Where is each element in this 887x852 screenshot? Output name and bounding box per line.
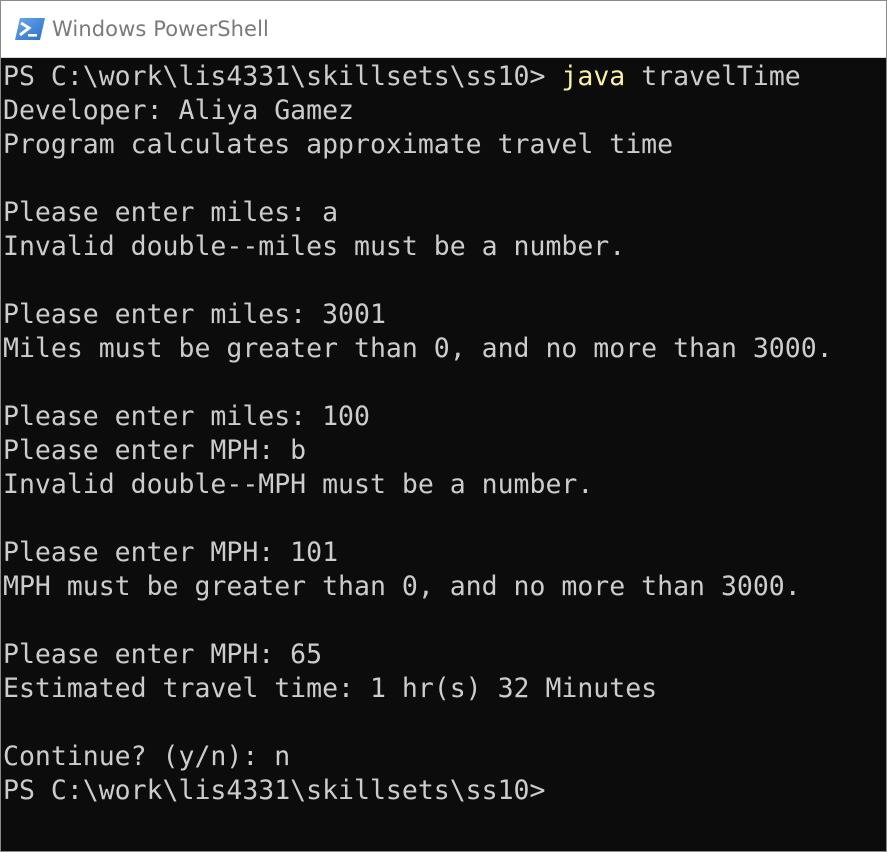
- output-line: Continue? (y/n): n: [3, 741, 291, 772]
- title-bar[interactable]: Windows PowerShell: [1, 1, 886, 58]
- output-line: Miles must be greater than 0, and no mor…: [3, 333, 833, 364]
- output-line: Please enter MPH: 101: [3, 537, 339, 568]
- powershell-icon: [14, 16, 46, 42]
- final-prompt: PS C:\work\lis4331\skillsets\ss10>: [3, 775, 546, 806]
- output-line: Estimated travel time: 1 hr(s) 32 Minute…: [3, 673, 658, 704]
- prompt-text: PS C:\work\lis4331\skillsets\ss10>: [3, 61, 562, 92]
- powershell-window: Windows PowerShell PS C:\work\lis4331\sk…: [0, 0, 887, 852]
- output-line: Please enter miles: 100: [3, 401, 370, 432]
- console-output[interactable]: PS C:\work\lis4331\skillsets\ss10> java …: [3, 58, 886, 851]
- command-args: travelTime: [625, 61, 801, 92]
- output-line: Invalid double--MPH must be a number.: [3, 469, 594, 500]
- command-name: java: [561, 61, 626, 92]
- output-line: Developer: Aliya Gamez: [3, 95, 354, 126]
- output-line: Please enter miles: 3001: [3, 299, 386, 330]
- window-title: Windows PowerShell: [52, 17, 269, 41]
- output-line: Invalid double--miles must be a number.: [3, 231, 626, 262]
- output-line: MPH must be greater than 0, and no more …: [3, 571, 801, 602]
- output-line: Please enter MPH: 65: [3, 639, 323, 670]
- output-line: Please enter MPH: b: [3, 435, 307, 466]
- output-line: Program calculates approximate travel ti…: [3, 129, 674, 160]
- output-line: Please enter miles: a: [3, 197, 339, 228]
- command-prompt-line: PS C:\work\lis4331\skillsets\ss10> java …: [3, 60, 886, 94]
